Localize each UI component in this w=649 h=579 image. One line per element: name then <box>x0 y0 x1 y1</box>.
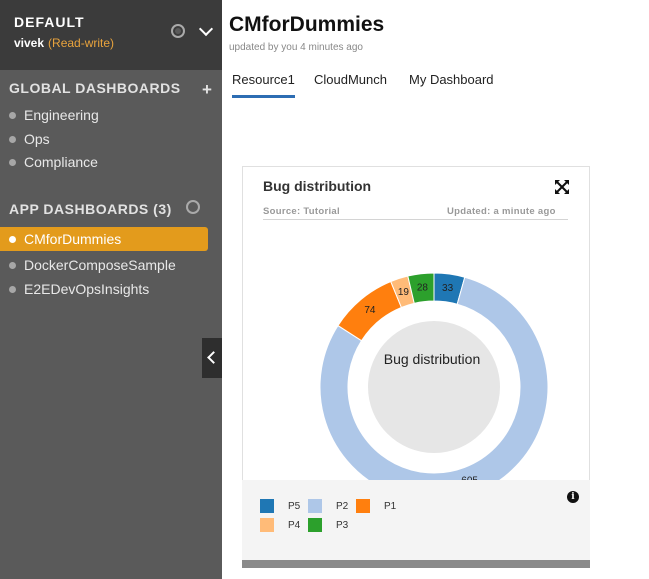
tab-resource1[interactable]: Resource1 <box>232 72 295 87</box>
sidebar-item-label: Ops <box>24 131 50 147</box>
legend-label: P5 <box>288 500 301 512</box>
bullet-icon <box>9 135 16 143</box>
chevron-left-icon <box>207 351 220 364</box>
sidebar-item-label: E2EDevOpsInsights <box>24 281 150 297</box>
legend-label: P4 <box>288 519 301 531</box>
user-info: vivek (Read-write) <box>14 36 114 50</box>
workspace-header <box>0 0 222 70</box>
legend-item-p2[interactable]: P2 <box>308 499 348 513</box>
expand-icon[interactable] <box>555 180 569 194</box>
active-tab-indicator <box>232 95 295 98</box>
widget-source: Source: Tutorial <box>263 206 340 217</box>
sidebar-item-label: DockerComposeSample <box>24 257 176 273</box>
user-name: vivek <box>14 36 45 50</box>
last-updated-text: updated by you 4 minutes ago <box>229 42 363 53</box>
data-label-p1: 74 <box>364 305 376 316</box>
legend-item-p1[interactable]: P1 <box>356 499 396 513</box>
legend-label: P2 <box>336 500 349 512</box>
sidebar-item-label: Compliance <box>24 154 98 170</box>
sidebar-item-cmfordummies[interactable]: CMforDummies <box>0 227 208 251</box>
bullet-icon <box>9 111 16 119</box>
widget-title: Bug distribution <box>263 178 372 194</box>
legend-swatch <box>260 499 274 513</box>
info-icon[interactable]: i <box>567 491 579 503</box>
sidebar-item-engineering[interactable]: Engineering <box>0 103 208 127</box>
workspace-settings-icon[interactable] <box>171 24 185 38</box>
sidebar-item-dockercomposesample[interactable]: DockerComposeSample <box>0 253 208 277</box>
widget-updated: Updated: a minute ago <box>447 206 556 217</box>
legend-swatch <box>308 499 322 513</box>
user-role: (Read-write) <box>48 36 115 50</box>
legend-label: P1 <box>384 500 397 512</box>
sidebar-item-label: CMforDummies <box>24 231 122 247</box>
tab-my-dashboard[interactable]: My Dashboard <box>409 72 494 87</box>
collapse-sidebar-button[interactable] <box>202 338 222 378</box>
donut-center-label: Bug distribution <box>384 351 481 367</box>
donut-chart: 33605741928Bug distribution <box>319 272 549 480</box>
page-title: CMforDummies <box>229 13 385 36</box>
add-global-dashboard-icon[interactable]: + <box>202 80 212 100</box>
legend-swatch <box>356 499 370 513</box>
legend-item-p3[interactable]: P3 <box>308 518 348 532</box>
widget-footer-bar <box>242 560 590 568</box>
sidebar-item-compliance[interactable]: Compliance <box>0 150 208 174</box>
bullet-icon <box>9 261 16 269</box>
legend-item-p5[interactable]: P5 <box>260 499 300 513</box>
data-label-p4: 19 <box>398 287 410 298</box>
data-label-p3: 28 <box>417 283 429 294</box>
app-dashboards-heading: APP DASHBOARDS (3) <box>9 201 172 217</box>
legend-swatch <box>308 518 322 532</box>
legend-swatch <box>260 518 274 532</box>
legend-label: P3 <box>336 519 349 531</box>
sidebar-item-ops[interactable]: Ops <box>0 127 208 151</box>
workspace-name: DEFAULT <box>14 14 85 30</box>
sidebar-item-e2edevopsinsights[interactable]: E2EDevOpsInsights <box>0 277 208 301</box>
legend-item-p4[interactable]: P4 <box>260 518 300 532</box>
global-dashboards-heading: GLOBAL DASHBOARDS <box>9 80 181 96</box>
data-label-p5: 33 <box>442 283 454 294</box>
bullet-icon <box>9 285 16 293</box>
tab-cloudmunch[interactable]: CloudMunch <box>314 72 387 87</box>
bullet-icon <box>9 235 16 243</box>
sidebar-item-label: Engineering <box>24 107 99 123</box>
donut-center <box>368 321 500 453</box>
app-dashboards-settings-icon[interactable] <box>186 200 200 214</box>
bullet-icon <box>9 158 16 166</box>
